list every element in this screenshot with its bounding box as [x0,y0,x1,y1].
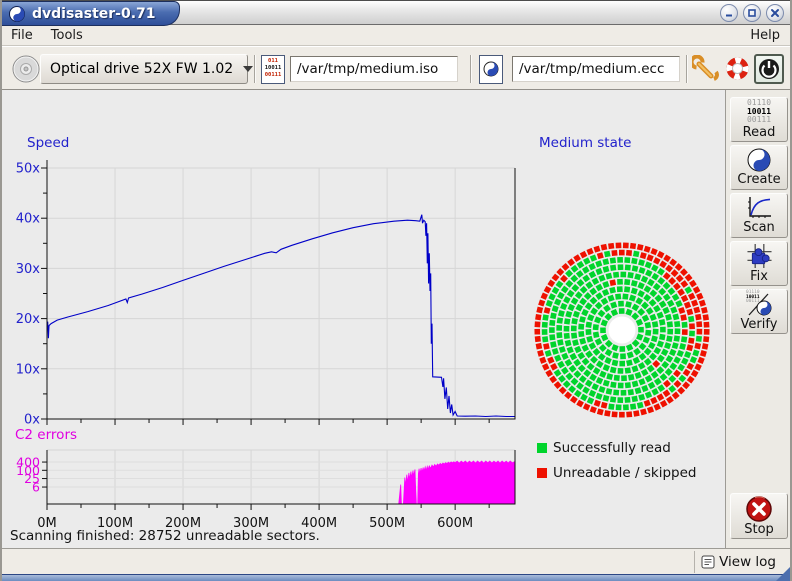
iso-path-input[interactable] [290,56,458,82]
legend-swatch-read [537,443,547,453]
title-tab: dvdisaster-0.71 [2,1,180,26]
yinyang-icon [747,148,771,172]
ecc-path-input[interactable] [512,56,680,82]
svg-text:40x: 40x [16,212,41,227]
minimize-button[interactable] [720,4,738,22]
legend-label-read: Successfully read [553,440,671,456]
toolbar: Optical drive 52X FW 1.02 011 10011 0011… [2,46,790,90]
optical-drive-icon [11,54,41,84]
scan-button[interactable]: Scan [730,193,788,238]
binary-read-icon: 01110 10011 00111 [747,99,771,124]
drive-selector-value: Optical drive 52X FW 1.02 [41,61,233,77]
maximize-button[interactable] [743,4,761,22]
close-button[interactable] [766,4,784,22]
binary-image-file-icon: 011 10011 00111 [261,55,285,84]
drive-selector[interactable]: Optical drive 52X FW 1.02 [40,54,248,84]
svg-text:600M: 600M [437,516,473,531]
window-bottom-frame [2,574,790,581]
svg-text:20x: 20x [16,312,41,327]
menu-file[interactable]: File [2,27,42,44]
power-quit-button[interactable] [754,54,784,84]
chevron-down-icon [243,66,253,72]
speed-chart-title: Speed [27,135,69,151]
legend-item-unreadable: Unreadable / skipped [537,465,696,481]
power-icon [758,58,780,80]
medium-state-title: Medium state [539,135,631,151]
resize-grip[interactable] [776,567,790,581]
verify-button[interactable]: 01110 10011 00111 Verify [730,289,788,334]
stop-icon [746,496,772,522]
ecc-file-icon [479,55,503,84]
log-list-icon [701,555,715,569]
lifebuoy-icon[interactable] [724,55,751,82]
svg-text:0x: 0x [24,413,40,428]
titlebar[interactable]: dvdisaster-0.71 [2,0,790,25]
wrench-icon[interactable] [692,55,719,82]
fix-button[interactable]: Fix [730,241,788,286]
scan-result-status: Scanning finished: 28752 unreadable sect… [10,528,320,544]
svg-text:30x: 30x [16,262,41,277]
stop-button[interactable]: Stop [730,493,788,539]
svg-text:6: 6 [32,480,40,495]
read-button[interactable]: 01110 10011 00111 Read [730,97,788,142]
svg-text:10x: 10x [16,362,41,377]
legend-item-read: Successfully read [537,440,671,456]
legend-swatch-unreadable [537,468,547,478]
chart-panel: 0M100M200M300M400M500M600M0x10x20x30x40x… [2,90,729,548]
scan-chart-icon [746,196,772,220]
create-button[interactable]: Create [730,145,788,190]
c2-errors-title: C2 errors [15,427,77,443]
puzzle-icon [746,243,773,269]
menu-help[interactable]: Help [740,27,790,44]
view-log-button[interactable]: View log [694,551,782,573]
verify-icon: 01110 10011 00111 [744,291,774,317]
statusbar: View log [2,548,790,574]
svg-text:500M: 500M [369,516,405,531]
legend-label-unreadable: Unreadable / skipped [553,465,696,481]
app-yinyang-icon [9,6,25,22]
menubar: File Tools Help [2,26,790,46]
menu-tools[interactable]: Tools [42,27,92,44]
action-sidebar: 01110 10011 00111 Read Create Scan [725,90,790,548]
window-title: dvdisaster-0.71 [32,6,156,22]
app-window: dvdisaster-0.71 File Tools Help Opt [0,0,792,581]
svg-text:50x: 50x [16,162,41,177]
